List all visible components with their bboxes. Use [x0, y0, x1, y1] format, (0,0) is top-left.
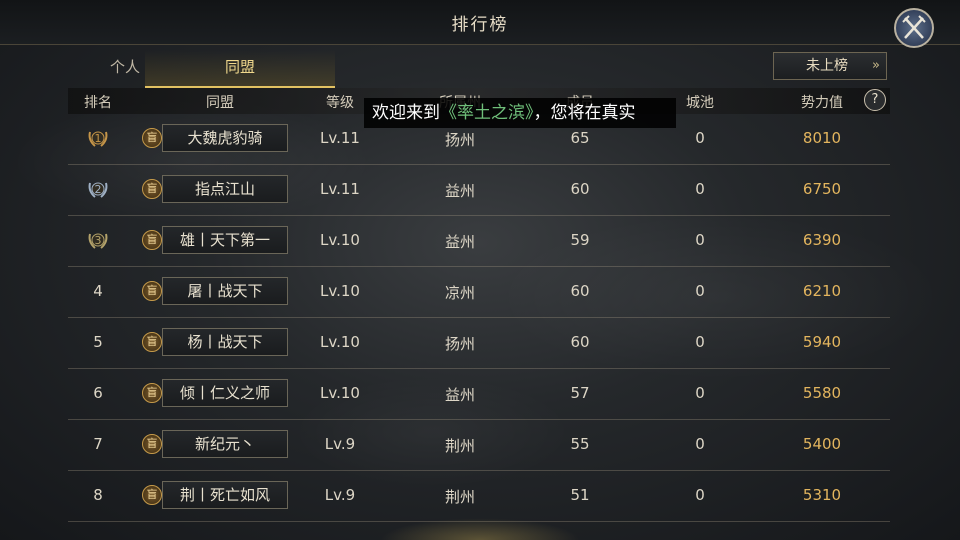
- table-row[interactable]: 2 盲指点江山 Lv.11 益州 60 0 6750: [68, 165, 890, 216]
- welcome-banner: 欢迎来到《率土之滨》，您将在真实: [364, 98, 676, 128]
- alliance-flag-icon: 盲: [142, 179, 162, 199]
- banner-game-title: 《率土之滨》: [440, 103, 534, 123]
- alliance-cities: 0: [695, 129, 705, 147]
- alliance-level: Lv.10: [320, 231, 360, 249]
- tab-alliance[interactable]: 同盟: [145, 50, 335, 88]
- alliance-members: 65: [570, 129, 590, 147]
- footer-glow: [380, 518, 580, 540]
- alliance-state: 益州: [444, 233, 476, 251]
- alliance-members: 59: [570, 231, 590, 249]
- table-row[interactable]: 8 盲荆丨死亡如风 Lv.9 荆州 51 0 5310: [68, 471, 890, 522]
- alliance-level: Lv.10: [320, 282, 360, 300]
- alliance-state: 荆州: [444, 437, 476, 455]
- alliance-level: Lv.10: [320, 333, 360, 351]
- alliance-power: 6390: [802, 231, 842, 249]
- alliance-state: 凉州: [444, 284, 476, 302]
- alliance-flag-icon: 盲: [142, 230, 162, 250]
- alliance-state: 益州: [444, 182, 476, 200]
- table-row[interactable]: 3 盲雄丨天下第一 Lv.10 益州 59 0 6390: [68, 216, 890, 267]
- page-title: 排行榜: [451, 15, 509, 35]
- rank-badge-number: 3: [95, 234, 102, 247]
- alliance-name[interactable]: 荆丨死亡如风: [162, 481, 288, 509]
- rank-badge-number: 2: [95, 183, 102, 196]
- alliance-flag-icon: 盲: [142, 332, 162, 352]
- alliance-members: 60: [570, 333, 590, 351]
- alliance-members: 60: [570, 180, 590, 198]
- alliance-name[interactable]: 雄丨天下第一: [162, 226, 288, 254]
- alliance-cities: 0: [695, 384, 705, 402]
- table-row[interactable]: 4 盲屠丨战天下 Lv.10 凉州 60 0 6210: [68, 267, 890, 318]
- laurel-badge-icon: 3: [88, 233, 108, 249]
- header-level[interactable]: 等级: [326, 92, 354, 112]
- alliance-power: 5310: [802, 486, 842, 504]
- header-alliance[interactable]: 同盟: [206, 92, 234, 112]
- alliance-level: Lv.9: [324, 435, 356, 453]
- alliance-power: 5580: [802, 384, 842, 402]
- alliance-level: Lv.11: [320, 180, 360, 198]
- rank-number: 8: [93, 486, 103, 504]
- alliance-cities: 0: [695, 333, 705, 351]
- alliance-power: 8010: [802, 129, 842, 147]
- alliance-state: 荆州: [444, 488, 476, 506]
- alliance-power: 5940: [802, 333, 842, 351]
- alliance-state: 扬州: [444, 335, 476, 353]
- alliance-level: Lv.9: [324, 486, 356, 504]
- ranking-table: 1 盲大魏虎豹骑 Lv.11 扬州 65 0 8010 2 盲指点江山 Lv.11 益州 60 0 675…: [68, 114, 890, 522]
- alliance-cities: 0: [695, 180, 705, 198]
- alliance-state: 益州: [444, 386, 476, 404]
- alliance-flag-icon: 盲: [142, 128, 162, 148]
- help-icon[interactable]: ?: [864, 89, 886, 111]
- alliance-name[interactable]: 大魏虎豹骑: [162, 124, 288, 152]
- unranked-button-label: 未上榜: [806, 58, 848, 74]
- alliance-power: 5400: [802, 435, 842, 453]
- rank-number: 6: [93, 384, 103, 402]
- laurel-badge-icon: 1: [88, 131, 108, 147]
- alliance-cities: 0: [695, 282, 705, 300]
- alliance-members: 60: [570, 282, 590, 300]
- alliance-members: 51: [570, 486, 590, 504]
- header-power[interactable]: 势力值: [801, 92, 843, 112]
- alliance-name[interactable]: 新纪元丶: [162, 430, 288, 458]
- alliance-power: 6210: [802, 282, 842, 300]
- alliance-power: 6750: [802, 180, 842, 198]
- table-row[interactable]: 7 盲新纪元丶 Lv.9 荆州 55 0 5400: [68, 420, 890, 471]
- alliance-flag-icon: 盲: [142, 281, 162, 301]
- alliance-flag-icon: 盲: [142, 485, 162, 505]
- alliance-cities: 0: [695, 435, 705, 453]
- table-row[interactable]: 6 盲倾丨仁义之师 Lv.10 益州 57 0 5580: [68, 369, 890, 420]
- crossed-swords-icon: [902, 15, 926, 39]
- alliance-cities: 0: [695, 231, 705, 249]
- double-chevron-icon: »: [872, 58, 880, 73]
- header-cities[interactable]: 城池: [686, 92, 714, 112]
- alliance-flag-icon: 盲: [142, 383, 162, 403]
- rank-number: 5: [93, 333, 103, 351]
- close-button[interactable]: [894, 8, 934, 48]
- alliance-flag-icon: 盲: [142, 434, 162, 454]
- alliance-level: Lv.10: [320, 384, 360, 402]
- rank-number: 7: [93, 435, 103, 453]
- alliance-name[interactable]: 指点江山: [162, 175, 288, 203]
- alliance-name[interactable]: 杨丨战天下: [162, 328, 288, 356]
- alliance-level: Lv.11: [320, 129, 360, 147]
- alliance-members: 57: [570, 384, 590, 402]
- alliance-members: 55: [570, 435, 590, 453]
- alliance-name[interactable]: 倾丨仁义之师: [162, 379, 288, 407]
- rank-number: 4: [93, 282, 103, 300]
- alliance-name[interactable]: 屠丨战天下: [162, 277, 288, 305]
- rank-badge-number: 1: [95, 132, 102, 145]
- unranked-button[interactable]: 未上榜 »: [773, 52, 887, 80]
- banner-prefix: 欢迎来到: [372, 103, 440, 123]
- laurel-badge-icon: 2: [88, 182, 108, 198]
- banner-suffix: ，您将在真实: [533, 103, 636, 123]
- header-rank[interactable]: 排名: [84, 92, 112, 112]
- table-row[interactable]: 5 盲杨丨战天下 Lv.10 扬州 60 0 5940: [68, 318, 890, 369]
- alliance-cities: 0: [695, 486, 705, 504]
- title-bar: 排行榜: [0, 0, 960, 45]
- alliance-state: 扬州: [444, 131, 476, 149]
